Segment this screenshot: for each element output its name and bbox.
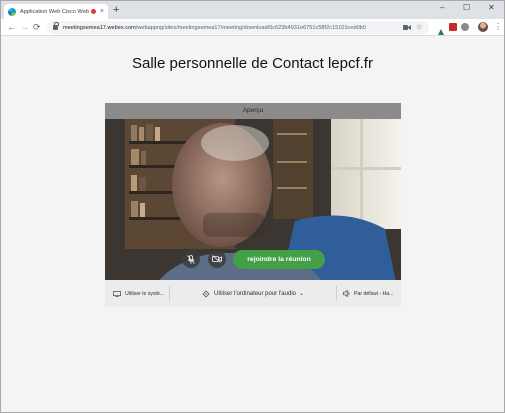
new-tab-button[interactable]: + bbox=[113, 4, 119, 16]
video-off-icon bbox=[212, 255, 222, 263]
lock-icon bbox=[53, 22, 59, 30]
video-preview: Aperçu bbox=[105, 103, 401, 307]
audio-connection-label: Utiliser l'ordinateur pour l'audio bbox=[213, 290, 296, 297]
speaker-icon bbox=[343, 290, 350, 297]
tab-strip: Application Web Cisco Web × + – ☐ ✕ bbox=[1, 1, 504, 19]
chevron-down-icon: ⌄ bbox=[298, 291, 305, 297]
star-icon[interactable]: ☆ bbox=[416, 24, 422, 32]
video-toggle-button[interactable] bbox=[208, 250, 226, 268]
url-host: meetingsemea17.webex.com bbox=[63, 24, 136, 31]
browser-menu-icon[interactable]: ⋮ bbox=[494, 21, 502, 33]
url-text: meetingsemea17.webex.com/webappng/sites/… bbox=[63, 25, 366, 31]
profile-avatar[interactable] bbox=[478, 22, 488, 32]
recording-indicator-icon bbox=[90, 9, 96, 14]
join-meeting-button[interactable]: rejoindre la réunion bbox=[233, 250, 325, 269]
webex-favicon-icon bbox=[8, 7, 16, 16]
extension-pdf-icon[interactable] bbox=[449, 23, 457, 31]
microphone-muted-icon bbox=[187, 254, 195, 264]
tab-close-icon[interactable]: × bbox=[100, 8, 104, 15]
url-path: /webappng/sites/meetingsemea17/meeting/d… bbox=[135, 24, 366, 31]
mute-button[interactable] bbox=[182, 250, 200, 268]
system-option[interactable]: Utiliser le systè... bbox=[105, 291, 169, 297]
reload-button[interactable]: ⟳ bbox=[33, 21, 41, 33]
back-button[interactable]: ← bbox=[7, 21, 16, 33]
system-option-label: Utiliser le systè... bbox=[125, 290, 165, 297]
video-camera-icon[interactable] bbox=[403, 24, 411, 34]
address-bar[interactable]: meetingsemea17.webex.com/webappng/sites/… bbox=[47, 21, 429, 34]
audio-connection-dropdown[interactable]: Utiliser l'ordinateur pour l'audio ⌄ bbox=[170, 290, 336, 298]
screen-share-icon bbox=[113, 290, 121, 297]
browser-toolbar: ← → ⟳ meetingsemea17.webex.com/webappng/… bbox=[1, 19, 504, 36]
browser-window: Application Web Cisco Web × + – ☐ ✕ ← → … bbox=[0, 0, 505, 413]
computer-audio-icon bbox=[202, 290, 210, 297]
forward-button[interactable]: → bbox=[20, 21, 29, 33]
audio-video-options-bar: Utiliser le systè... Utiliser l'ordinate… bbox=[105, 280, 401, 307]
speaker-option[interactable]: Par défaut - Ha... bbox=[337, 290, 401, 297]
minimize-button[interactable]: – bbox=[440, 3, 444, 13]
page-title: Salle personnelle de Contact lepcf.fr bbox=[132, 55, 373, 72]
browser-tab[interactable]: Application Web Cisco Web × bbox=[4, 4, 108, 19]
close-window-button[interactable]: ✕ bbox=[488, 3, 495, 13]
maximize-button[interactable]: ☐ bbox=[463, 3, 470, 13]
tab-title: Application Web Cisco Web bbox=[20, 8, 89, 15]
preview-label: Aperçu bbox=[105, 103, 401, 119]
speaker-option-label: Par défaut - Ha... bbox=[354, 290, 394, 297]
extension-gray-icon[interactable] bbox=[461, 23, 469, 31]
extension-green-icon[interactable] bbox=[437, 23, 445, 35]
camera-preview-image bbox=[105, 103, 401, 307]
